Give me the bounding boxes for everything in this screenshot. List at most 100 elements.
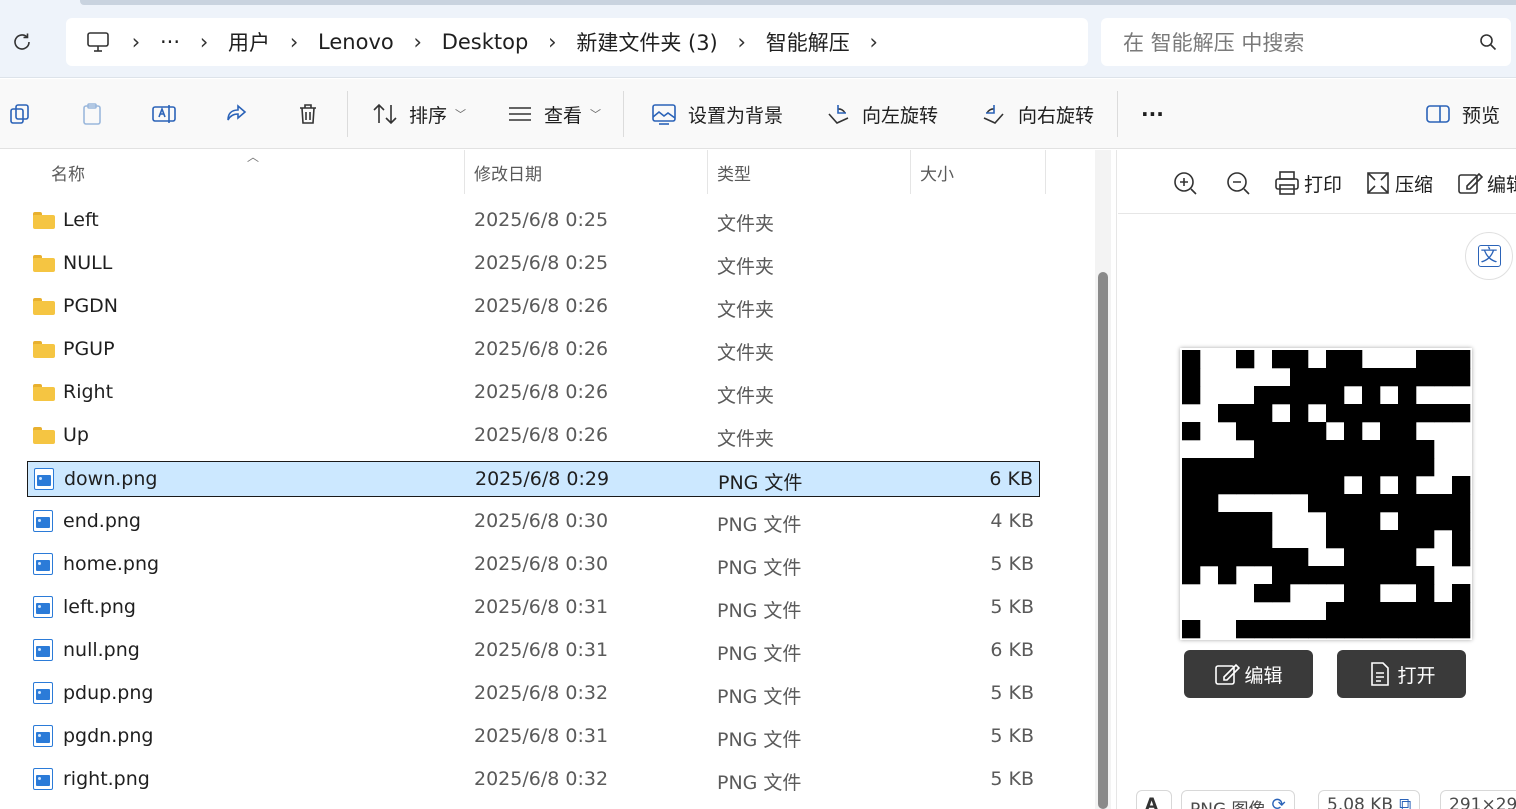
compress-button[interactable]: 压缩 [1365,168,1433,198]
file-size: 5 KB [990,768,1034,790]
search-input[interactable]: 在 智能解压 中搜索 [1101,18,1511,66]
command-separator [347,91,348,137]
text-size-button[interactable]: A [1136,790,1172,809]
sort-button[interactable]: 排序 ﹀ [371,97,466,131]
column-separator[interactable] [707,150,708,194]
breadcrumb-new-folder[interactable]: 新建文件夹 (3) [576,27,717,57]
paste-icon[interactable] [79,101,105,127]
breadcrumb-current-folder[interactable]: 智能解压 [766,27,850,57]
refresh-icon[interactable] [8,28,36,56]
breadcrumb-chevron-icon[interactable]: › [544,30,560,54]
image-pixel-block [1380,602,1399,621]
preview-toggle-button[interactable]: 预览 [1424,97,1500,131]
image-pixel-block [1182,476,1201,495]
file-row[interactable]: pdup.png 2025/6/8 0:32 PNG 文件 5 KB [27,676,1040,712]
file-row[interactable]: pgdn.png 2025/6/8 0:31 PNG 文件 5 KB [27,719,1040,755]
image-pixel-block [1254,584,1273,603]
column-header-size[interactable]: 大小 [920,160,954,185]
file-row[interactable]: null.png 2025/6/8 0:31 PNG 文件 6 KB [27,633,1040,669]
folder-row[interactable]: Left 2025/6/8 0:25 文件夹 [27,203,1040,239]
rotate-right-button[interactable]: 向右旋转 [980,97,1094,131]
folder-row[interactable]: PGUP 2025/6/8 0:26 文件夹 [27,332,1040,368]
image-pixel-block [1326,458,1345,477]
breadcrumb-users[interactable]: 用户 [228,27,270,57]
image-pixel-block [1398,404,1417,423]
compress-label: 压缩 [1395,173,1434,196]
folder-row[interactable]: Up 2025/6/8 0:26 文件夹 [27,418,1040,454]
pane-divider[interactable] [1116,150,1117,809]
folder-row[interactable]: NULL 2025/6/8 0:25 文件夹 [27,246,1040,282]
file-row[interactable]: right.png 2025/6/8 0:32 PNG 文件 5 KB [27,762,1040,798]
file-row[interactable]: home.png 2025/6/8 0:30 PNG 文件 5 KB [27,547,1040,583]
breadcrumb-chevron-icon[interactable]: › [734,30,750,54]
image-pixel-block [1182,530,1201,549]
image-pixel-block [1434,350,1453,369]
file-type-chip[interactable]: PNG 图像 ⟳ [1181,790,1295,809]
delete-icon[interactable] [295,101,321,127]
print-button[interactable]: 打印 [1274,168,1342,198]
zoom-in-button[interactable] [1172,168,1202,198]
rename-icon[interactable] [151,101,177,127]
compress-small-icon: ⧉ [1399,795,1412,809]
image-pixel-block [1416,494,1435,513]
file-size-chip[interactable]: 5.08 KB ⧉ [1318,790,1421,809]
share-icon[interactable] [223,101,249,127]
translate-button[interactable]: 文 [1465,232,1513,280]
zoom-out-button[interactable] [1225,168,1255,198]
image-pixel-block [1452,584,1471,603]
image-pixel-block [1200,530,1219,549]
column-separator[interactable] [1045,150,1046,194]
this-pc-icon[interactable] [86,31,112,53]
window-edge [80,0,1516,5]
breadcrumb-lenovo[interactable]: Lenovo [318,30,394,54]
dimensions-chip[interactable]: 291×29 [1440,790,1516,809]
set-as-background-button[interactable]: 设置为背景 [650,97,783,131]
rotate-left-button[interactable]: 向左旋转 [824,97,938,131]
breadcrumb-overflow[interactable]: ··· [160,30,180,54]
view-list-icon [506,100,534,128]
image-pixel-block [1452,476,1471,495]
image-pixel-block [1344,584,1363,603]
image-pixel-block [1290,404,1309,423]
edit-button[interactable]: 编辑 [1184,650,1313,698]
file-size-value: 5.08 KB [1327,795,1394,809]
column-header-date[interactable]: 修改日期 [474,160,542,185]
column-headers: ︿ 名称 修改日期 类型 大小 [0,150,1095,194]
image-pixel-block [1398,368,1417,387]
file-row[interactable]: left.png 2025/6/8 0:31 PNG 文件 5 KB [27,590,1040,626]
folder-row[interactable]: Right 2025/6/8 0:26 文件夹 [27,375,1040,411]
breadcrumb-chevron-icon[interactable]: › [410,30,426,54]
copy-icon[interactable] [7,101,33,127]
breadcrumb[interactable]: › ··· › 用户 › Lenovo › Desktop › 新建文件夹 (3… [66,18,1088,66]
file-name: NULL [63,252,113,274]
open-button[interactable]: 打开 [1337,650,1466,698]
file-type: PNG 文件 [717,600,802,622]
image-pixel-block [1362,620,1381,639]
breadcrumb-chevron-icon[interactable]: › [196,30,212,54]
scrollbar-thumb[interactable] [1098,272,1108,809]
image-pixel-block [1380,620,1399,639]
column-header-name[interactable]: 名称 [51,160,85,185]
breadcrumb-chevron-icon[interactable]: › [286,30,302,54]
image-pixel-block [1326,566,1345,585]
folder-row[interactable]: PGDN 2025/6/8 0:26 文件夹 [27,289,1040,325]
column-separator[interactable] [464,150,465,194]
breadcrumb-desktop[interactable]: Desktop [442,30,529,54]
image-pixel-block [1290,548,1309,567]
edit-tool-button[interactable]: 编辑 [1457,168,1516,198]
image-pixel-block [1308,440,1327,459]
file-row[interactable]: end.png 2025/6/8 0:30 PNG 文件 4 KB [27,504,1040,540]
more-options-button[interactable]: ··· [1141,97,1164,131]
vertical-scrollbar[interactable] [1095,150,1111,809]
breadcrumb-chevron-icon[interactable]: › [128,30,144,54]
image-pixel-block [1218,530,1237,549]
column-header-type[interactable]: 类型 [717,160,751,185]
image-pixel-block [1452,620,1471,639]
file-size: 5 KB [990,596,1034,618]
breadcrumb-chevron-icon[interactable]: › [866,30,882,54]
file-row[interactable]: down.png 2025/6/8 0:29 PNG 文件 6 KB [27,461,1040,497]
search-icon[interactable] [1479,32,1497,56]
image-pixel-block [1398,602,1417,621]
column-separator[interactable] [910,150,911,194]
view-button[interactable]: 查看 ﹀ [506,97,601,131]
